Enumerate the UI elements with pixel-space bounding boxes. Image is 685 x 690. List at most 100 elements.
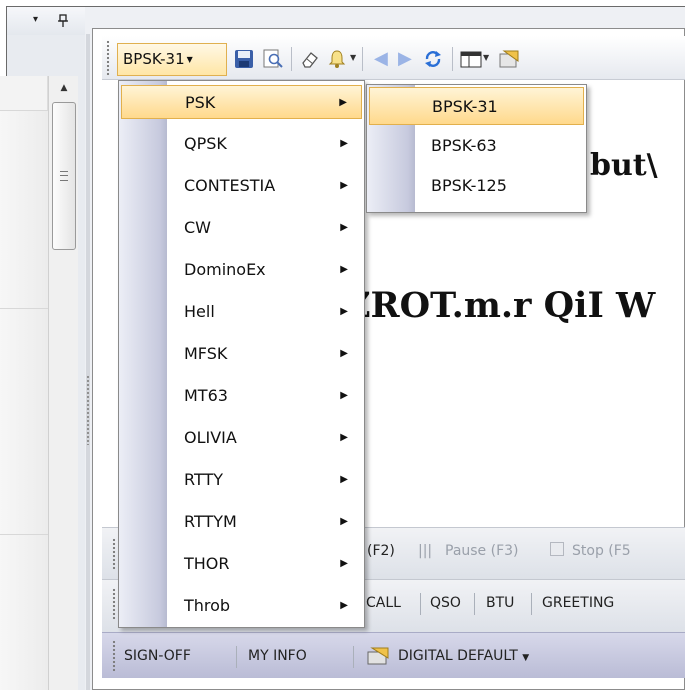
macro-btu-button[interactable]: BTU	[486, 595, 514, 611]
submenu-arrow-icon: ▶	[340, 348, 348, 359]
list-item[interactable]	[0, 308, 48, 534]
submenu-item-label: BPSK-125	[431, 176, 507, 195]
sign-off-button[interactable]: SIGN-OFF	[124, 648, 191, 664]
eraser-icon[interactable]	[300, 49, 320, 74]
pause-icon[interactable]: |||	[418, 543, 432, 559]
toolbar-separator	[362, 47, 363, 71]
submenu-item-label: BPSK-63	[431, 136, 497, 155]
refresh-icon[interactable]	[422, 49, 444, 74]
menu-item-psk[interactable]: PSK ▶	[121, 85, 362, 119]
profile-name: DIGITAL DEFAULT	[398, 648, 518, 664]
window-dropdown-icon[interactable]: ▼	[483, 53, 489, 62]
menu-item-label: MFSK	[184, 344, 228, 363]
menu-item-cw[interactable]: CW ▶	[121, 211, 362, 245]
transmit-bar-grip[interactable]	[112, 538, 116, 570]
submenu-item-bpsk-125[interactable]: BPSK-125	[369, 169, 584, 203]
list-item[interactable]	[0, 534, 48, 690]
my-info-button[interactable]: MY INFO	[248, 648, 307, 664]
stop-button[interactable]: Stop (F5	[572, 543, 631, 559]
settings-icon[interactable]	[498, 49, 520, 74]
submenu-arrow-icon: ▶	[340, 558, 348, 569]
menu-item-label: OLIVIA	[184, 428, 237, 447]
menu-item-label: Throb	[184, 596, 231, 615]
menu-item-label: QPSK	[184, 134, 227, 153]
submenu-arrow-icon: ▶	[340, 600, 348, 611]
left-panel-list	[0, 76, 48, 690]
toolbar-grip[interactable]	[106, 40, 110, 76]
send-button[interactable]: (F2)	[367, 543, 395, 559]
submenu-arrow-icon: ▶	[340, 180, 348, 191]
mode-menu: PSK ▶ QPSK ▶ CONTESTIA ▶ CW ▶ DominoEx ▶ Hell…	[118, 80, 365, 628]
pin-icon[interactable]	[57, 14, 69, 30]
window-icon[interactable]	[460, 49, 482, 74]
menu-item-contestia[interactable]: CONTESTIA ▶	[121, 169, 362, 203]
pause-button[interactable]: Pause (F3)	[445, 543, 519, 559]
submenu-arrow-icon: ▶	[339, 97, 347, 108]
menu-item-thor[interactable]: THOR ▶	[121, 547, 362, 581]
stop-icon[interactable]	[550, 542, 564, 556]
menu-item-label: DominoEx	[184, 260, 266, 279]
forward-arrow-icon[interactable]: ▶	[398, 49, 412, 69]
menu-item-label: CW	[184, 218, 211, 237]
submenu-arrow-icon: ▶	[340, 390, 348, 401]
toolbar-separator	[291, 47, 292, 71]
menu-item-label: THOR	[184, 554, 230, 573]
splitter-grip[interactable]	[86, 375, 90, 445]
submenu-arrow-icon: ▶	[340, 306, 348, 317]
document-text-line: ZROT.m.r QiI W	[345, 285, 656, 326]
submenu-arrow-icon: ▶	[340, 474, 348, 485]
left-panel-header: ▾	[7, 7, 85, 35]
panel-splitter[interactable]	[86, 34, 90, 690]
menu-item-qpsk[interactable]: QPSK ▶	[121, 127, 362, 161]
menu-item-label: MT63	[184, 386, 228, 405]
mode-select[interactable]: BPSK-31 ▼	[117, 43, 227, 76]
submenu-arrow-icon: ▶	[340, 432, 348, 443]
bell-icon[interactable]	[328, 49, 346, 74]
menu-item-label: Hell	[184, 302, 215, 321]
macro-separator	[531, 593, 532, 615]
chevron-down-icon: ▼	[522, 653, 530, 663]
menu-item-olivia[interactable]: OLIVIA ▶	[121, 421, 362, 455]
macro-call-button[interactable]: CALL	[366, 595, 401, 611]
save-icon[interactable]	[234, 49, 254, 74]
submenu-item-bpsk-31[interactable]: BPSK-31	[369, 87, 584, 125]
submenu-item-label: BPSK-31	[432, 97, 498, 116]
menu-item-rttym[interactable]: RTTYM ▶	[121, 505, 362, 539]
menu-item-dominoex[interactable]: DominoEx ▶	[121, 253, 362, 287]
menu-item-label: CONTESTIA	[184, 176, 276, 195]
document-text-line: but\	[590, 148, 658, 183]
submenu-arrow-icon: ▶	[340, 138, 348, 149]
macro-bar-grip[interactable]	[112, 588, 116, 620]
menu-item-mt63[interactable]: MT63 ▶	[121, 379, 362, 413]
left-panel-scrollbar[interactable]: ▲	[48, 76, 78, 690]
scrollbar-thumb[interactable]	[52, 102, 76, 250]
menu-item-label: RTTY	[184, 470, 223, 489]
menu-item-label: PSK	[185, 93, 216, 112]
submenu-arrow-icon: ▶	[340, 264, 348, 275]
print-preview-icon[interactable]	[262, 49, 284, 74]
psk-submenu: BPSK-31 BPSK-63 BPSK-125	[366, 84, 587, 213]
bell-dropdown-icon[interactable]: ▼	[350, 53, 356, 62]
macro-separator	[420, 593, 421, 615]
macro-separator	[474, 593, 475, 615]
menu-item-hell[interactable]: Hell ▶	[121, 295, 362, 329]
back-arrow-icon[interactable]: ◀	[374, 49, 388, 69]
profile-folder-icon[interactable]	[366, 645, 390, 669]
toolbar-separator	[452, 47, 453, 71]
profile-bar-grip[interactable]	[112, 640, 116, 672]
submenu-item-bpsk-63[interactable]: BPSK-63	[369, 129, 584, 163]
chevron-down-icon: ▼	[186, 55, 193, 64]
menu-item-mfsk[interactable]: MFSK ▶	[121, 337, 362, 371]
panel-menu-arrow-icon[interactable]: ▾	[33, 14, 38, 26]
list-item[interactable]	[0, 110, 48, 308]
bar-separator	[353, 646, 354, 668]
menu-item-rtty[interactable]: RTTY ▶	[121, 463, 362, 497]
macro-greeting-button[interactable]: GREETING	[542, 595, 614, 611]
menu-item-throb[interactable]: Throb ▶	[121, 589, 362, 623]
macro-qso-button[interactable]: QSO	[430, 595, 461, 611]
menu-item-label: RTTYM	[184, 512, 237, 531]
submenu-arrow-icon: ▶	[340, 516, 348, 527]
profile-dropdown-button[interactable]: DIGITAL DEFAULT ▼	[398, 648, 529, 664]
thumb-grip-icon	[60, 171, 68, 181]
scroll-up-icon[interactable]: ▲	[52, 80, 76, 96]
